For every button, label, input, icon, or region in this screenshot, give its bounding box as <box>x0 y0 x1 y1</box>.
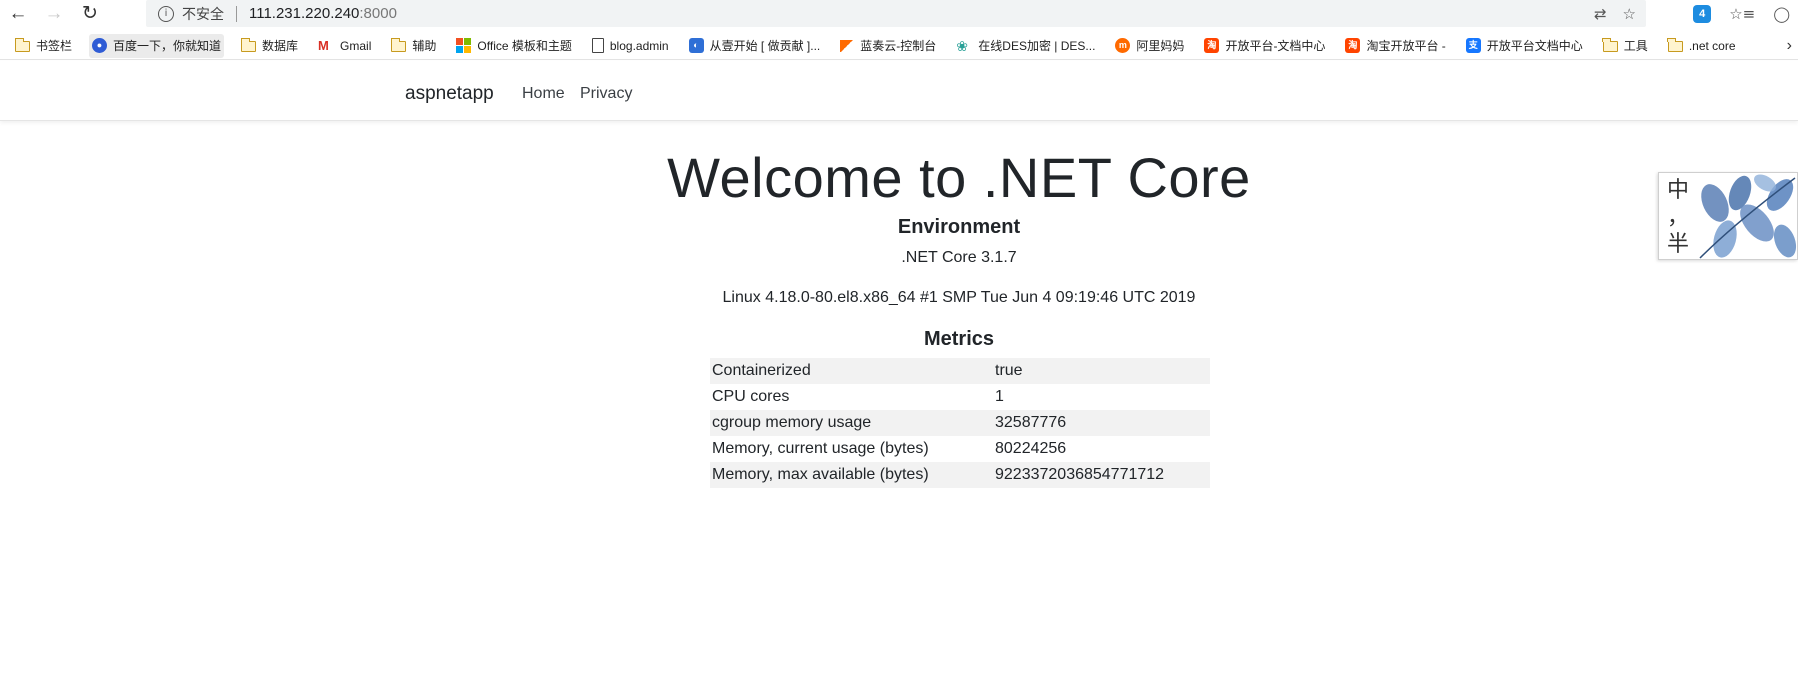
metric-value: 1 <box>995 388 1004 405</box>
bookmark-item[interactable]: blog.admin <box>589 34 672 58</box>
metric-key: CPU cores <box>712 388 790 405</box>
bookmark-label: 开放平台-文档中心 <box>1225 39 1326 53</box>
alimama-icon: m <box>1115 38 1131 53</box>
side-widget[interactable]: 中 ， 半 <box>1658 172 1798 260</box>
os-description: Linux 4.18.0-80.el8.x86_64 #1 SMP Tue Ju… <box>722 289 1196 306</box>
bookmark-label: 淘宝开放平台 - <box>1366 39 1446 53</box>
star-icon[interactable]: ☆ <box>1623 5 1636 23</box>
metric-value: 80224256 <box>995 440 1067 457</box>
bookmark-item[interactable]: 书签栏 <box>12 34 75 58</box>
widget-characters: 中 ， 半 <box>1665 177 1691 258</box>
bookmark-label: .net core <box>1688 38 1736 53</box>
browser-toolbar: ← → ↻ i 不安全 111.231.220.240:8000 ⇄ ☆ 4 ☆… <box>0 0 1798 27</box>
bookmark-item[interactable]: 支开放平台文档中心 <box>1463 34 1586 58</box>
widget-char: 中 <box>1666 178 1689 203</box>
bookmark-item[interactable]: 淘淘宝开放平台 - <box>1342 34 1448 58</box>
runtime-version: .NET Core 3.1.7 <box>901 249 1017 266</box>
bookmark-label: 阿里妈妈 <box>1136 39 1185 53</box>
gmail-icon: M <box>318 37 329 53</box>
info-icon[interactable]: i <box>158 5 174 22</box>
page-title: Welcome to .NET Core <box>667 146 1251 209</box>
bookmark-item[interactable]: 数据库 <box>238 34 301 58</box>
folder-icon <box>240 38 257 52</box>
metric-key: Containerized <box>712 362 811 379</box>
favorites-icon[interactable]: ☆≡ <box>1729 5 1755 23</box>
office-icon <box>456 38 472 53</box>
metric-key: Memory, current usage (bytes) <box>712 440 929 457</box>
bookmark-item[interactable]: 蓝奏云-控制台 <box>837 34 939 58</box>
bookmark-item[interactable]: 工具 <box>1600 34 1651 58</box>
metric-key: cgroup memory usage <box>712 414 872 431</box>
bookmark-label: blog.admin <box>609 38 669 53</box>
bookmark-item[interactable]: M Gmail <box>315 34 374 58</box>
lanzou-icon <box>840 39 855 52</box>
folder-icon <box>1667 38 1683 52</box>
address-bar[interactable]: i 不安全 111.231.220.240:8000 ⇄ ☆ <box>146 0 1646 27</box>
insecure-label[interactable]: 不安全 <box>182 4 224 24</box>
folder-icon <box>390 38 407 52</box>
bookmark-label: 开放平台文档中心 <box>1486 39 1583 53</box>
bookmark-label: 工具 <box>1623 39 1648 53</box>
metric-value: 9223372036854771712 <box>995 466 1165 483</box>
bookmark-item[interactable]: .net core <box>1665 34 1739 58</box>
metrics-table: Containerized true CPU cores 1 cgroup memo… <box>710 358 1210 488</box>
bookmark-label: 蓝奏云-控制台 <box>860 39 937 53</box>
url-port[interactable]: :8000 <box>359 5 397 22</box>
brand-link[interactable]: aspnetapp <box>405 83 494 105</box>
bookmark-item[interactable]: ● 百度一下，你就知道 <box>89 33 225 58</box>
bookmarks-bar: 书签栏 ● 百度一下，你就知道 数据库 M Gmail 辅助 Office 模板和主… <box>0 32 1798 60</box>
chevron-right-icon[interactable]: › <box>1787 37 1792 55</box>
table-row: Containerized true <box>710 358 1210 384</box>
table-row: Memory, max available (bytes) 92233720368… <box>710 462 1210 488</box>
metric-key: Memory, max available (bytes) <box>712 466 929 483</box>
bookmark-item[interactable]: 淘开放平台-文档中心 <box>1201 34 1328 58</box>
bookmark-label: Gmail <box>340 38 372 53</box>
folder-icon <box>1602 38 1618 52</box>
bookmark-item[interactable]: ◐ 从壹开始 [ 做贡献 ]... <box>686 34 824 58</box>
baidu-icon: ● <box>92 38 108 53</box>
bookmark-label: 书签栏 <box>36 39 73 53</box>
taobao-icon: 淘 <box>1345 38 1361 53</box>
bookmark-item[interactable]: ❀ 在线DES加密 | DES... <box>953 34 1098 58</box>
address-divider <box>236 5 237 22</box>
bookmark-label: 辅助 <box>412 39 437 53</box>
environment-heading: Environment <box>897 216 1021 238</box>
bookmark-label: Office 模板和主题 <box>477 39 572 53</box>
table-row: cgroup memory usage 32587776 <box>710 410 1210 436</box>
bookmark-label: 百度一下，你就知道 <box>113 39 222 53</box>
extension-icon[interactable]: 4 <box>1693 4 1712 23</box>
taobao-icon: 淘 <box>1204 38 1220 53</box>
reload-button[interactable]: ↻ <box>72 0 108 27</box>
translate-icon[interactable]: ⇄ <box>1594 5 1607 23</box>
page-icon <box>591 38 604 53</box>
nav-privacy-link[interactable]: Privacy <box>580 85 632 103</box>
nav-home-link[interactable]: Home <box>522 85 565 103</box>
table-row: Memory, current usage (bytes) 80224256 <box>710 436 1210 462</box>
forward-button[interactable]: → <box>36 0 72 27</box>
bookmark-item[interactable]: Office 模板和主题 <box>453 34 574 58</box>
widget-char: ， <box>1666 205 1689 230</box>
gear-icon: ❀ <box>956 37 969 54</box>
metrics-heading: Metrics <box>923 328 995 350</box>
widget-char: 半 <box>1666 232 1689 257</box>
globe-icon: ◐ <box>688 38 704 53</box>
shield-icon[interactable]: ◯ <box>1773 5 1790 23</box>
metric-value: true <box>995 362 1023 379</box>
table-row: CPU cores 1 <box>710 384 1210 410</box>
bookmark-label: 在线DES加密 | DES... <box>978 39 1096 53</box>
url-host[interactable]: 111.231.220.240 <box>249 5 359 22</box>
metric-value: 32587776 <box>995 414 1067 431</box>
alipay-icon: 支 <box>1465 38 1481 53</box>
bookmark-label: 从壹开始 [ 做贡献 ]... <box>709 39 821 53</box>
back-button[interactable]: ← <box>0 0 36 27</box>
leaves-illustration <box>1699 174 1797 259</box>
folder-icon <box>14 38 30 52</box>
app-navbar: aspnetapp Home Privacy <box>0 61 1798 121</box>
bookmark-item[interactable]: m 阿里妈妈 <box>1112 34 1187 58</box>
bookmark-item[interactable]: 辅助 <box>388 34 439 58</box>
bookmark-label: 数据库 <box>262 39 299 53</box>
